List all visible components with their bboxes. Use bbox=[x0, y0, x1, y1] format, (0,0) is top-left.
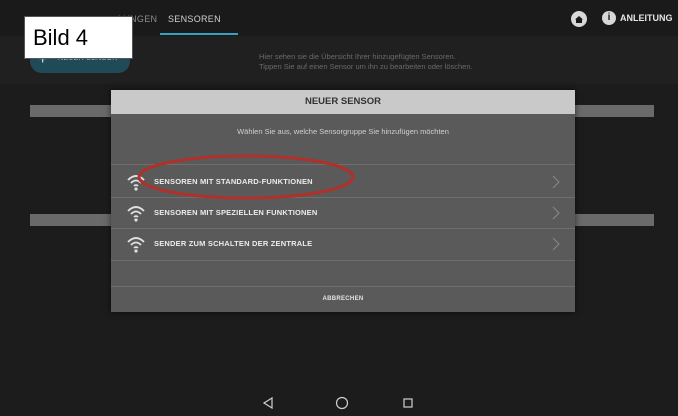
back-icon[interactable] bbox=[262, 397, 274, 409]
active-tab-indicator bbox=[160, 33, 238, 35]
dialog-subtitle: Wählen Sie aus, welche Sensorgruppe Sie … bbox=[237, 127, 449, 136]
dialog-title: NEUER SENSOR bbox=[111, 90, 575, 114]
wireless-icon bbox=[127, 237, 145, 253]
annotation-label: Bild 4 bbox=[24, 16, 133, 59]
cancel-button[interactable]: ABBRECHEN bbox=[111, 286, 575, 312]
recent-apps-icon[interactable] bbox=[403, 398, 413, 408]
hint-line-1: Hier sehen sie die Übersicht Ihrer hinzu… bbox=[259, 52, 456, 61]
option-special-sensors[interactable]: SENSOREN MIT SPEZIELLEN FUNKTIONEN bbox=[111, 198, 575, 228]
home-icon[interactable] bbox=[571, 11, 587, 27]
new-sensor-dialog: NEUER SENSOR Wählen Sie aus, welche Sens… bbox=[111, 90, 575, 312]
option-label: SENSOREN MIT SPEZIELLEN FUNKTIONEN bbox=[154, 208, 318, 217]
wireless-icon bbox=[127, 206, 145, 222]
tab-sensoren[interactable]: SENSOREN bbox=[168, 0, 221, 36]
divider bbox=[111, 260, 575, 261]
guide-button[interactable]: ANLEITUNG bbox=[620, 11, 673, 25]
chevron-right-icon bbox=[552, 237, 560, 251]
highlight-ellipse bbox=[137, 154, 355, 200]
option-central-switch-transmitter[interactable]: SENDER ZUM SCHALTEN DER ZENTRALE bbox=[111, 229, 575, 259]
info-icon[interactable]: i bbox=[602, 11, 616, 25]
chevron-right-icon bbox=[552, 175, 560, 189]
hint-line-2: Tippen Sie auf einen Sensor um ihn zu be… bbox=[259, 62, 473, 71]
system-nav-bar bbox=[0, 392, 678, 416]
chevron-right-icon bbox=[552, 206, 560, 220]
hint-text: Hier sehen sie die Übersicht Ihrer hinzu… bbox=[259, 52, 473, 72]
home-circle-icon[interactable] bbox=[335, 396, 349, 410]
option-label: SENDER ZUM SCHALTEN DER ZENTRALE bbox=[154, 239, 313, 248]
